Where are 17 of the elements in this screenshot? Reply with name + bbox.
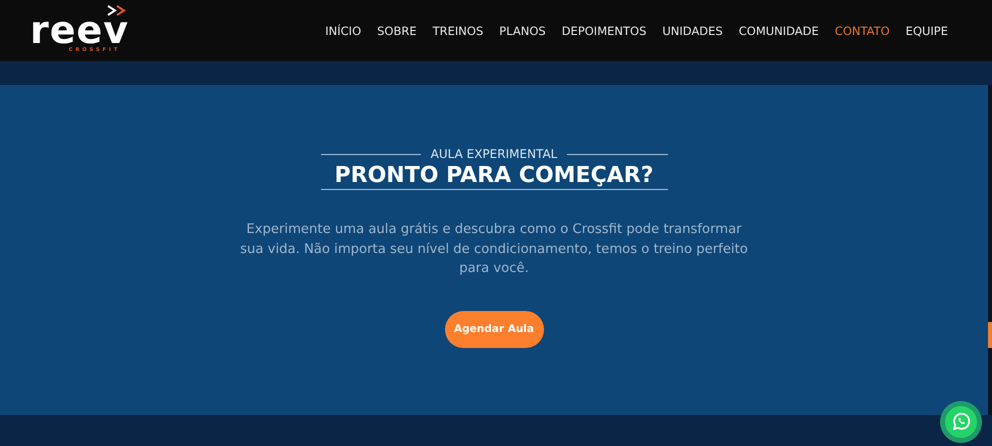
nav-link[interactable]: PLANOS xyxy=(499,24,546,38)
nav-link[interactable]: SOBRE xyxy=(377,24,417,38)
nav-link[interactable]: UNIDADES xyxy=(662,24,723,38)
nav-link[interactable]: INÍCIO xyxy=(325,24,362,38)
nav-link[interactable]: CONTATO xyxy=(834,24,890,38)
nav-link[interactable]: COMUNIDADE xyxy=(738,24,819,38)
section-description: Experimente uma aula grátis e descubra como o Crossfit pode transformar sua vida. Não importa seu nível de condicionamento, temos o treino perfeito para você. xyxy=(239,221,749,278)
scrollbar-thumb[interactable] xyxy=(988,322,992,348)
nav-link[interactable]: DEPOIMENTOS xyxy=(562,24,646,38)
chat-bubble-icon xyxy=(944,405,978,439)
nav-link[interactable]: TREINOS xyxy=(432,24,484,38)
chevrons-icon xyxy=(107,5,128,16)
nav-link[interactable]: EQUIPE xyxy=(906,24,948,38)
section-title: PRONTO PARA COMEÇAR? xyxy=(320,161,668,190)
logo-wordmark: reev xyxy=(30,13,130,47)
chat-button[interactable] xyxy=(940,401,982,443)
section-eyebrow: AULA EXPERIMENTAL xyxy=(430,147,558,161)
